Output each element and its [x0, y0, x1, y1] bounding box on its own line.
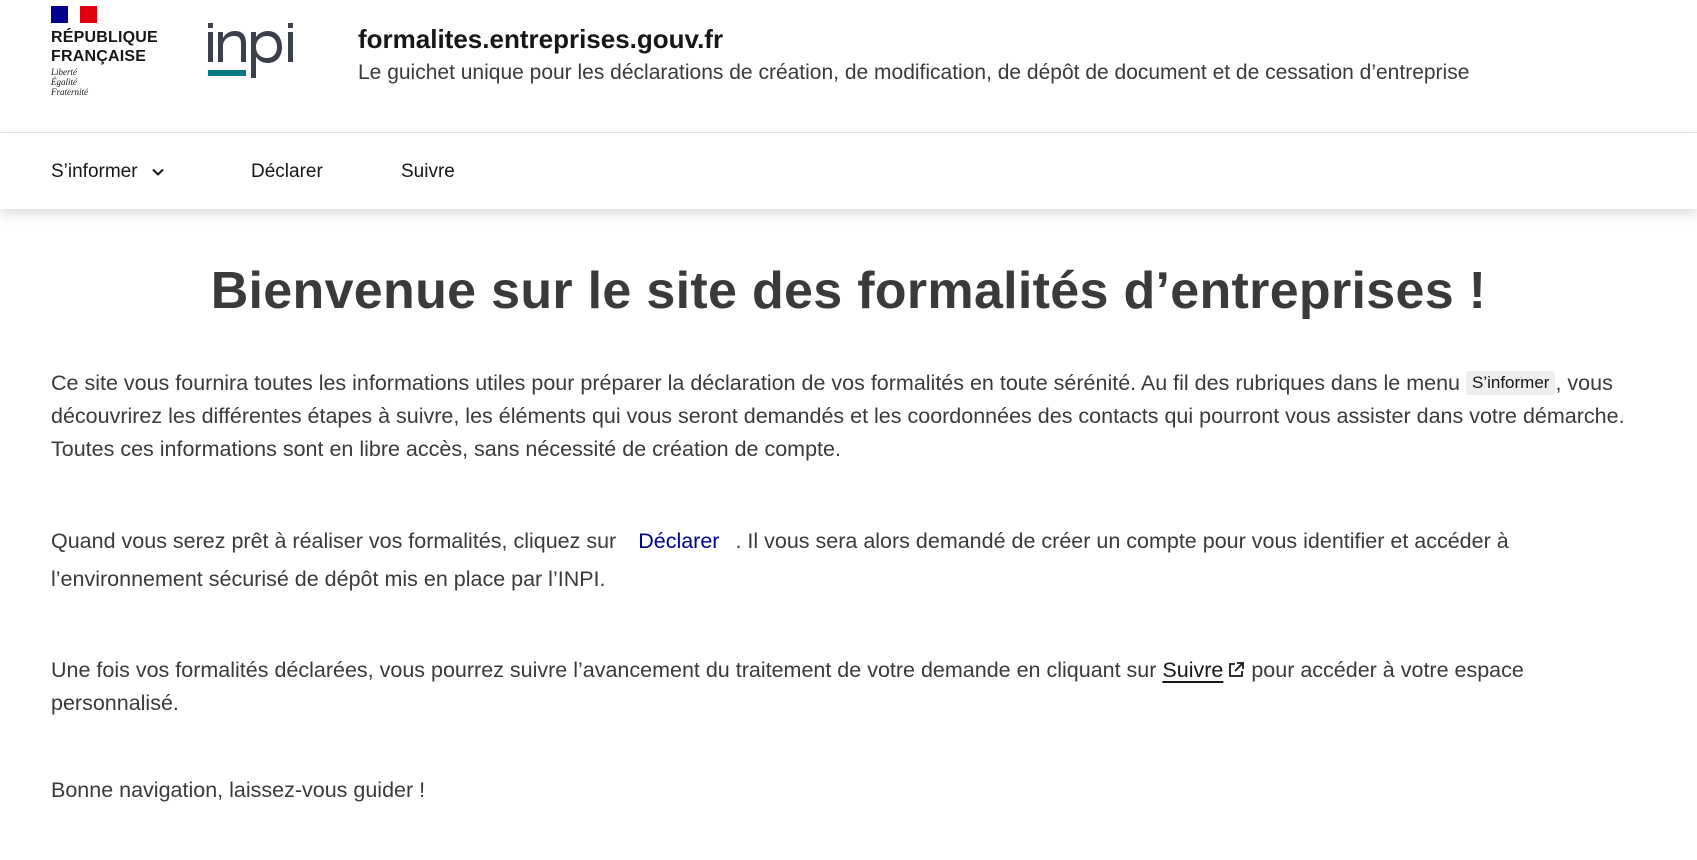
motto: Liberté Égalité Fraternité [51, 67, 88, 97]
external-link-icon [1229, 662, 1245, 677]
site-name[interactable]: formalites.entreprises.gouv.fr [358, 24, 723, 55]
declare-text-before: Quand vous serez prêt à réaliser vos for… [51, 529, 617, 553]
suivre-link-label: Suivre [1162, 658, 1224, 682]
declarer-link[interactable]: Déclarer [616, 529, 735, 553]
nav-item-declarer-label: Déclarer [251, 161, 323, 182]
republique-francaise-block[interactable]: RÉPUBLIQUE FRANÇAISE [51, 28, 158, 66]
nav-item-sinformer[interactable]: S’informer [51, 161, 166, 183]
nav-item-sinformer-label: S’informer [51, 161, 138, 182]
french-flag-icon [51, 6, 97, 23]
site-tagline: Le guichet unique pour les déclarations … [358, 61, 1470, 84]
main-content: Bienvenue sur le site des formalités d’e… [0, 261, 1697, 807]
motto-liberte: Liberté [51, 67, 77, 77]
site-header: RÉPUBLIQUE FRANÇAISE Liberté Égalité Fra… [0, 0, 1697, 133]
nav-item-declarer[interactable]: Déclarer [251, 161, 323, 183]
motto-egalite: Égalité [51, 77, 77, 87]
inpi-logo[interactable] [208, 20, 304, 80]
chevron-down-icon [151, 168, 164, 176]
republic-line-1: RÉPUBLIQUE [51, 29, 158, 46]
follow-text-before: Une fois vos formalités déclarées, vous … [51, 658, 1163, 682]
sinformer-chip: S’informer [1465, 371, 1556, 395]
follow-paragraph: Une fois vos formalités déclarées, vous … [51, 654, 1646, 720]
nav-item-suivre[interactable]: Suivre [401, 161, 455, 183]
closing-paragraph: Bonne navigation, laissez-vous guider ! [51, 778, 426, 802]
suivre-link[interactable]: Suivre [1162, 658, 1245, 682]
page-title: Bienvenue sur le site des formalités d’e… [210, 262, 1487, 320]
intro-text-before: Ce site vous fournira toutes les informa… [51, 371, 1466, 395]
motto-fraternite: Fraternité [51, 87, 88, 97]
republic-line-2: FRANÇAISE [51, 48, 147, 65]
nav-item-suivre-label: Suivre [401, 161, 455, 182]
intro-paragraph: Ce site vous fournira toutes les informa… [51, 367, 1646, 466]
declare-paragraph: Quand vous serez prêt à réaliser vos for… [51, 522, 1646, 598]
main-nav: S’informer Déclarer Suivre [0, 133, 1697, 209]
